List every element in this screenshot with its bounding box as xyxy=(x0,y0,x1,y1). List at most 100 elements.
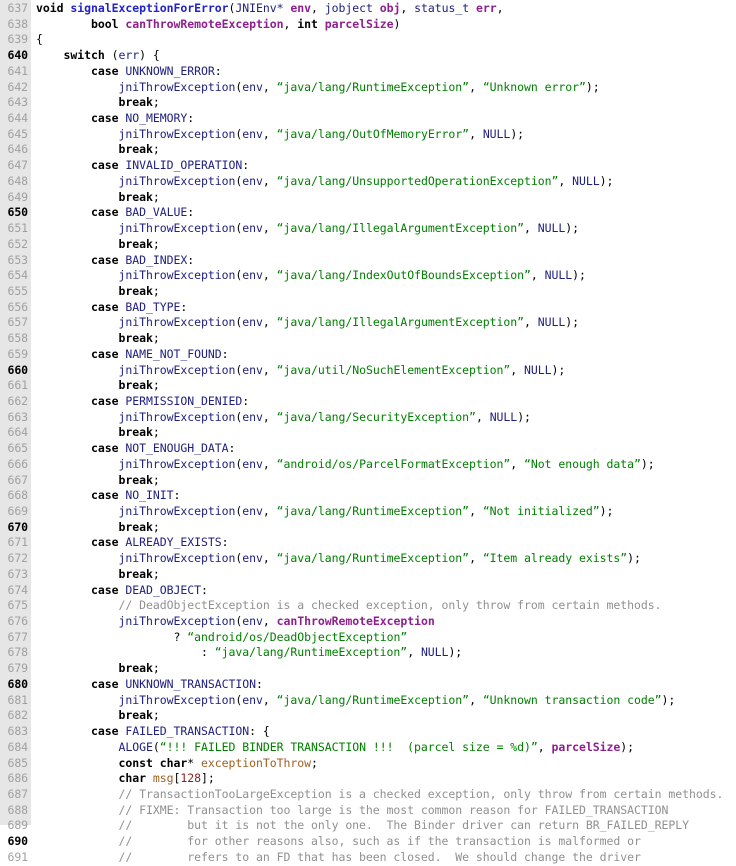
code-line[interactable]: 688 // FIXME: Transaction too large is t… xyxy=(0,803,736,819)
source-code-viewer[interactable]: 637 void signalExceptionForError(JNIEnv* … xyxy=(0,0,736,864)
code-line[interactable]: 651 jniThrowException(env, “java/lang/Il… xyxy=(0,221,736,237)
line-number[interactable]: 686 xyxy=(0,771,31,787)
code-line[interactable]: 674 case DEAD_OBJECT: xyxy=(0,583,736,599)
code-line[interactable]: 668 case NO_INIT: xyxy=(0,488,736,504)
code-line[interactable]: 646 break; xyxy=(0,142,736,158)
line-number[interactable]: 678 xyxy=(0,645,31,661)
code-line[interactable]: 645 jniThrowException(env, “java/lang/Ou… xyxy=(0,127,736,143)
code-line[interactable]: 663 jniThrowException(env, “java/lang/Se… xyxy=(0,410,736,426)
code-line[interactable]: 679 break; xyxy=(0,661,736,677)
code-line[interactable]: 637 void signalExceptionForError(JNIEnv* … xyxy=(0,1,736,17)
code-line[interactable]: 660 jniThrowException(env, “java/util/No… xyxy=(0,363,736,379)
line-number[interactable]: 639 xyxy=(0,32,31,48)
line-number[interactable]: 654 xyxy=(0,268,31,284)
line-number[interactable]: 643 xyxy=(0,95,31,111)
code-line[interactable]: 681 jniThrowException(env, “java/lang/Ru… xyxy=(0,693,736,709)
code-line[interactable]: 689 // but it is not the only one. The B… xyxy=(0,818,736,834)
line-number[interactable]: 662 xyxy=(0,394,31,410)
code-line[interactable]: 671 case ALREADY_EXISTS: xyxy=(0,535,736,551)
line-number[interactable]: 683 xyxy=(0,724,31,740)
code-line[interactable]: 665 case NOT_ENOUGH_DATA: xyxy=(0,441,736,457)
code-line[interactable]: 672 jniThrowException(env, “java/lang/Ru… xyxy=(0,551,736,567)
line-number[interactable]: 642 xyxy=(0,80,31,96)
code-line[interactable]: 638 bool canThrowRemoteException, int pa… xyxy=(0,17,736,33)
line-number[interactable]: 672 xyxy=(0,551,31,567)
line-number[interactable]: 691 xyxy=(0,850,31,866)
line-number[interactable]: 645 xyxy=(0,127,31,143)
line-number[interactable]: 644 xyxy=(0,111,31,127)
code-line[interactable]: 675 // DeadObjectException is a checked … xyxy=(0,598,736,614)
line-number[interactable]: 649 xyxy=(0,190,31,206)
line-number[interactable]: 646 xyxy=(0,142,31,158)
code-line[interactable]: 676 jniThrowException(env, canThrowRemot… xyxy=(0,614,736,630)
line-number[interactable]: 688 xyxy=(0,803,31,819)
line-number[interactable]: 679 xyxy=(0,661,31,677)
code-line[interactable]: 652 break; xyxy=(0,237,736,253)
code-line[interactable]: 678 : “java/lang/RuntimeException”, NULL… xyxy=(0,645,736,661)
line-number[interactable]: 660 xyxy=(0,363,31,379)
line-number[interactable]: 674 xyxy=(0,583,31,599)
line-number[interactable]: 680 xyxy=(0,677,31,693)
line-number[interactable]: 637 xyxy=(0,1,31,17)
line-number[interactable]: 689 xyxy=(0,818,31,834)
line-number[interactable]: 650 xyxy=(0,205,31,221)
code-line[interactable]: 670 break; xyxy=(0,520,736,536)
line-number[interactable]: 670 xyxy=(0,520,31,536)
code-line[interactable]: 643 break; xyxy=(0,95,736,111)
code-line[interactable]: 653 case BAD_INDEX: xyxy=(0,253,736,269)
code-line[interactable]: 649 break; xyxy=(0,190,736,206)
code-line[interactable]: 655 break; xyxy=(0,284,736,300)
code-line[interactable]: 664 break; xyxy=(0,425,736,441)
code-line[interactable]: 659 case NAME_NOT_FOUND: xyxy=(0,347,736,363)
line-number[interactable]: 671 xyxy=(0,535,31,551)
code-line[interactable]: 654 jniThrowException(env, “java/lang/In… xyxy=(0,268,736,284)
line-number[interactable]: 641 xyxy=(0,64,31,80)
code-line[interactable]: 639 { xyxy=(0,32,736,48)
line-number[interactable]: 677 xyxy=(0,630,31,646)
code-line[interactable]: 684 ALOGE(“!!! FAILED BINDER TRANSACTION… xyxy=(0,740,736,756)
line-number[interactable]: 664 xyxy=(0,425,31,441)
line-number[interactable]: 676 xyxy=(0,614,31,630)
line-number[interactable]: 651 xyxy=(0,221,31,237)
code-line[interactable]: 661 break; xyxy=(0,378,736,394)
line-number[interactable]: 681 xyxy=(0,693,31,709)
code-line[interactable]: 677 ? “android/os/DeadObjectException” xyxy=(0,630,736,646)
line-number[interactable]: 682 xyxy=(0,708,31,724)
line-number[interactable]: 652 xyxy=(0,237,31,253)
line-number[interactable]: 669 xyxy=(0,504,31,520)
line-number[interactable]: 685 xyxy=(0,756,31,772)
line-number[interactable]: 657 xyxy=(0,315,31,331)
code-line[interactable]: 640 switch (err) { xyxy=(0,48,736,64)
code-line[interactable]: 650 case BAD_VALUE: xyxy=(0,205,736,221)
code-line[interactable]: 685 const char* exceptionToThrow; xyxy=(0,756,736,772)
code-line[interactable]: 647 case INVALID_OPERATION: xyxy=(0,158,736,174)
line-number[interactable]: 687 xyxy=(0,787,31,803)
line-number[interactable]: 665 xyxy=(0,441,31,457)
code-line[interactable]: 680 case UNKNOWN_TRANSACTION: xyxy=(0,677,736,693)
line-number[interactable]: 659 xyxy=(0,347,31,363)
line-number[interactable]: 690 xyxy=(0,834,31,850)
code-line[interactable]: 666 jniThrowException(env, “android/os/P… xyxy=(0,457,736,473)
line-number[interactable]: 666 xyxy=(0,457,31,473)
line-number[interactable]: 653 xyxy=(0,253,31,269)
line-number[interactable]: 663 xyxy=(0,410,31,426)
line-number[interactable]: 675 xyxy=(0,598,31,614)
line-number[interactable]: 647 xyxy=(0,158,31,174)
code-line[interactable]: 690 // for other reasons also, such as i… xyxy=(0,834,736,850)
code-line[interactable]: 642 jniThrowException(env, “java/lang/Ru… xyxy=(0,80,736,96)
line-number[interactable]: 684 xyxy=(0,740,31,756)
line-number[interactable]: 640 xyxy=(0,48,31,64)
code-line[interactable]: 644 case NO_MEMORY: xyxy=(0,111,736,127)
code-line[interactable]: 648 jniThrowException(env, “java/lang/Un… xyxy=(0,174,736,190)
code-line[interactable]: 657 jniThrowException(env, “java/lang/Il… xyxy=(0,315,736,331)
code-line[interactable]: 687 // TransactionTooLargeException is a… xyxy=(0,787,736,803)
line-number[interactable]: 661 xyxy=(0,378,31,394)
line-number[interactable]: 648 xyxy=(0,174,31,190)
line-number[interactable]: 667 xyxy=(0,473,31,489)
code-line[interactable]: 641 case UNKNOWN_ERROR: xyxy=(0,64,736,80)
code-line[interactable]: 691 // refers to an FD that has been clo… xyxy=(0,850,736,866)
code-line[interactable]: 662 case PERMISSION_DENIED: xyxy=(0,394,736,410)
code-line[interactable]: 683 case FAILED_TRANSACTION: { xyxy=(0,724,736,740)
code-line[interactable]: 658 break; xyxy=(0,331,736,347)
line-number[interactable]: 656 xyxy=(0,300,31,316)
